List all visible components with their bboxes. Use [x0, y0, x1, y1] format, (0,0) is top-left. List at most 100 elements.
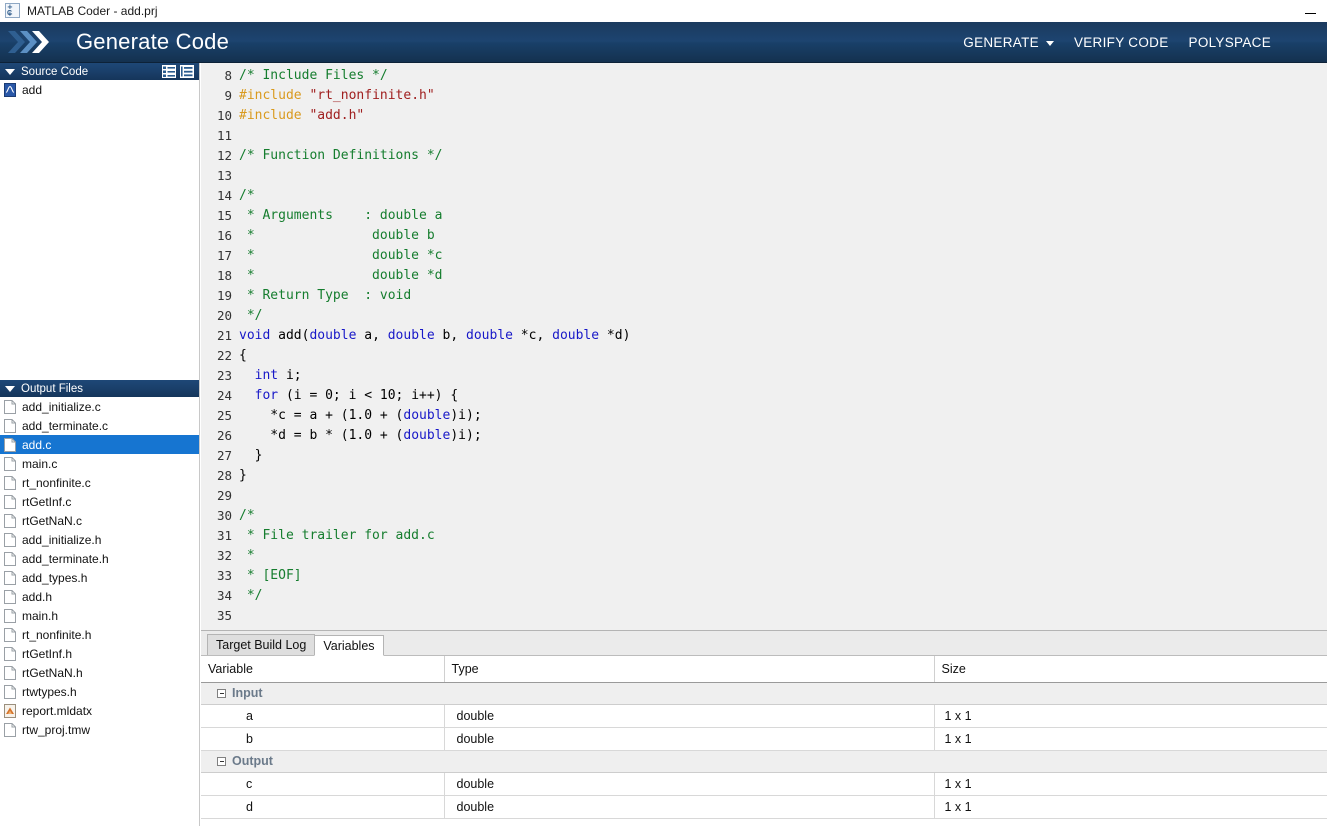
cell-variable: a: [201, 704, 445, 728]
code-token: */: [239, 588, 263, 603]
column-header-variable[interactable]: Variable: [201, 656, 445, 683]
list-view-icon[interactable]: [162, 65, 176, 78]
output-files-panel-header[interactable]: Output Files: [0, 380, 199, 397]
verify-code-menu[interactable]: VERIFY CODE: [1064, 29, 1179, 56]
file-icon: [4, 665, 16, 680]
code-line-text: /* Function Definitions */: [239, 146, 1327, 166]
file-list-item[interactable]: rtwtypes.h: [0, 682, 199, 701]
table-group-row[interactable]: Input: [201, 682, 1327, 705]
code-line: 22 {: [206, 346, 1327, 366]
file-list-item-selected[interactable]: add.c: [0, 435, 199, 454]
file-list-item[interactable]: add_terminate.c: [0, 416, 199, 435]
code-editor[interactable]: 8 /* Include Files */ 9 #include "rt_nonfin…: [201, 63, 1327, 630]
line-number: 8: [224, 68, 232, 83]
table-row[interactable]: c double 1 x 1: [201, 772, 1327, 796]
collapse-triangle-icon[interactable]: [5, 68, 15, 75]
file-list-item[interactable]: add: [0, 80, 199, 99]
report-icon: [4, 703, 16, 718]
minimize-button[interactable]: [1293, 0, 1327, 22]
file-icon: [4, 475, 16, 490]
file-icon: [4, 608, 16, 623]
code-token: add(: [270, 328, 310, 343]
code-token: *d = b * (1.0 + (: [239, 428, 404, 443]
file-list-item[interactable]: report.mldatx: [0, 701, 199, 720]
code-token: *c = a + (1.0 + (: [239, 408, 404, 423]
file-list-item[interactable]: add_initialize.c: [0, 397, 199, 416]
file-list-item[interactable]: add_initialize.h: [0, 530, 199, 549]
file-icon: [4, 418, 16, 433]
code-token: * Return Type : void: [239, 288, 412, 303]
line-number: 31: [216, 528, 232, 543]
code-token: double: [466, 328, 513, 343]
file-list-item-label: rtGetInf.c: [22, 494, 72, 509]
line-number: 35: [216, 608, 232, 623]
collapse-triangle-icon[interactable]: [5, 385, 15, 392]
code-token: /*: [239, 188, 255, 203]
table-row[interactable]: d double 1 x 1: [201, 795, 1327, 819]
line-number: 17: [216, 248, 232, 263]
file-list-item[interactable]: add_terminate.h: [0, 549, 199, 568]
line-number: 15: [216, 208, 232, 223]
code-line: 11: [206, 126, 1327, 146]
file-list-item-label: rtwtypes.h: [22, 684, 77, 699]
code-line-text: int i;: [239, 366, 1327, 386]
file-list-item[interactable]: main.h: [0, 606, 199, 625]
file-list-item[interactable]: rtGetNaN.h: [0, 663, 199, 682]
code-line: 35: [206, 606, 1327, 626]
collapse-toggle-icon[interactable]: [217, 756, 226, 766]
code-line-text: *: [239, 546, 1327, 566]
file-icon: [4, 494, 16, 509]
file-list-item[interactable]: rtGetInf.h: [0, 644, 199, 663]
variables-table-header-row: Variable Type Size: [201, 656, 1327, 683]
table-row[interactable]: a double 1 x 1: [201, 704, 1327, 728]
code-line-text: #include "add.h": [239, 106, 1327, 126]
code-token: /*: [239, 508, 255, 523]
line-number: 24: [216, 388, 232, 403]
code-line-text: */: [239, 306, 1327, 326]
chevron-down-icon: [1045, 40, 1054, 46]
code-line: 14 /*: [206, 186, 1327, 206]
file-list-item[interactable]: rtw_proj.tmw: [0, 720, 199, 739]
source-code-panel-header[interactable]: Source Code: [0, 63, 199, 80]
code-token: double: [387, 328, 435, 343]
file-list-item[interactable]: rtGetNaN.c: [0, 511, 199, 530]
file-list-item[interactable]: rt_nonfinite.h: [0, 625, 199, 644]
file-list-item-label: add_terminate.h: [22, 551, 109, 566]
file-list-item[interactable]: rt_nonfinite.c: [0, 473, 199, 492]
table-row[interactable]: b double 1 x 1: [201, 727, 1327, 751]
table-group-row[interactable]: Output: [201, 750, 1327, 773]
file-list-item[interactable]: add_types.h: [0, 568, 199, 587]
file-list-item[interactable]: add.h: [0, 587, 199, 606]
variables-table-body: Input a double 1 x 1 b double 1 x 1 Output c doub…: [201, 682, 1327, 819]
line-number: 19: [216, 288, 232, 303]
tree-view-icon[interactable]: [180, 65, 194, 78]
chevron-logo-icon: [6, 26, 62, 58]
code-token: * double *d: [239, 268, 443, 283]
file-list-item[interactable]: main.c: [0, 454, 199, 473]
code-line: 25 *c = a + (1.0 + (double)i);: [206, 406, 1327, 426]
cell-type: double: [444, 727, 935, 751]
code-line: 29: [206, 486, 1327, 506]
source-code-file-list: add: [0, 80, 199, 99]
file-icon: [4, 551, 16, 566]
code-token: /* Include Files */: [239, 68, 388, 83]
file-list-item-label: rtGetInf.h: [22, 646, 73, 661]
cell-type: double: [444, 772, 935, 796]
tab-target-build-log[interactable]: Target Build Log: [207, 634, 316, 655]
code-line-text: * Return Type : void: [239, 286, 1327, 306]
polyspace-menu[interactable]: POLYSPACE: [1179, 29, 1281, 56]
code-line-text: * double b: [239, 226, 1327, 246]
generate-menu[interactable]: GENERATE: [953, 29, 1064, 56]
file-list-item-label: rt_nonfinite.c: [22, 475, 91, 490]
code-editor-content: 8 /* Include Files */ 9 #include "rt_nonfin…: [206, 66, 1327, 630]
line-number: 29: [216, 488, 232, 503]
sidebar-spacer: [0, 99, 199, 380]
collapse-toggle-icon[interactable]: [217, 688, 226, 698]
line-number: 18: [216, 268, 232, 283]
code-line-text: /*: [239, 186, 1327, 206]
column-header-size[interactable]: Size: [934, 656, 1327, 683]
line-number: 27: [216, 448, 232, 463]
column-header-type[interactable]: Type: [444, 656, 935, 683]
tab-variables[interactable]: Variables: [314, 635, 384, 656]
file-list-item[interactable]: rtGetInf.c: [0, 492, 199, 511]
